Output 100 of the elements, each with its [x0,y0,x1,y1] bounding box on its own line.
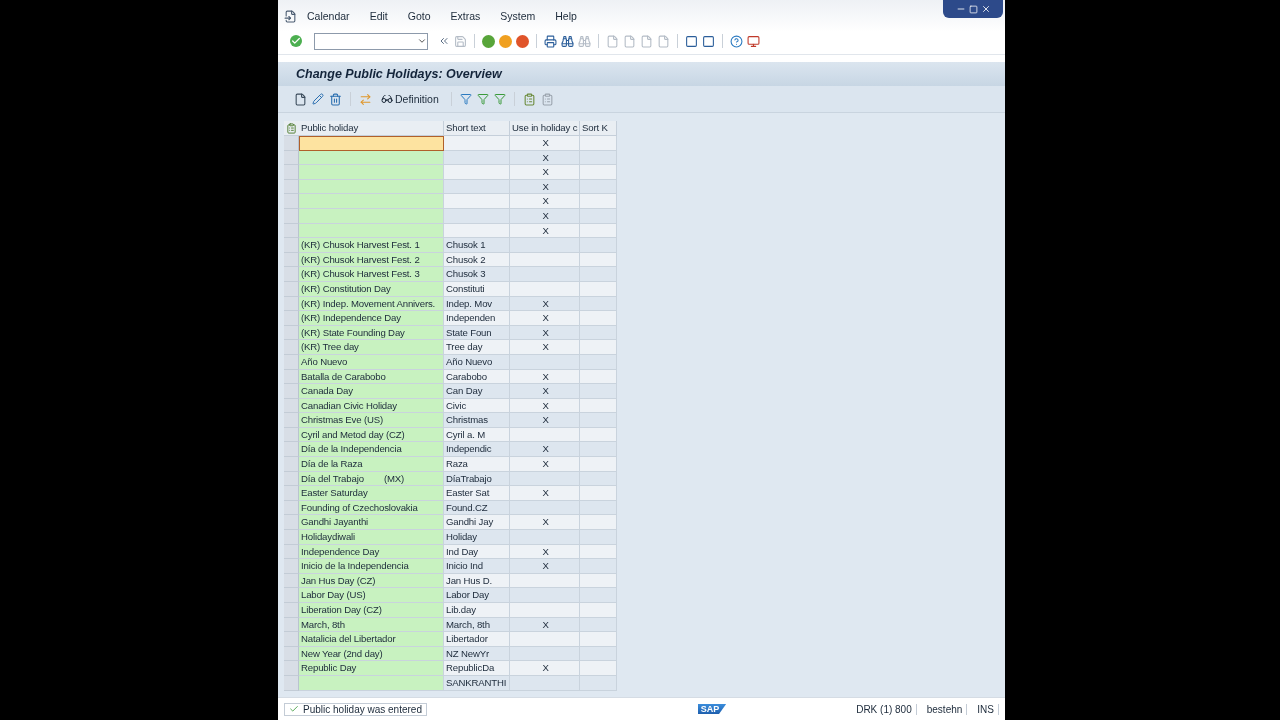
menu-item[interactable]: System [490,10,546,22]
table-cell: X [510,194,580,209]
column-header[interactable]: Use in holiday c [510,121,580,136]
maximize-icon[interactable] [968,4,978,14]
table-cell: Gandhi Jay [444,515,510,531]
table-cell [580,588,617,603]
close-icon[interactable] [980,4,991,14]
holiday-input[interactable]: Día de la Independencia [299,442,444,458]
delete-icon[interactable] [329,92,342,106]
caret-icon[interactable] [417,36,427,46]
holiday-input[interactable] [299,194,444,209]
row-selector[interactable] [284,603,299,618]
row-selector[interactable] [284,486,299,501]
table-cell: X [510,661,580,676]
column-header[interactable]: Sort K [580,121,617,136]
row-selector[interactable] [284,442,299,458]
help-icon[interactable] [730,34,743,48]
table-cell [580,267,617,282]
table-cell [510,267,580,282]
table-cell: Libertador [444,632,510,647]
holiday-input[interactable]: Canada Day [299,384,444,399]
holiday-input[interactable]: Republic Day [299,661,444,676]
sap-logo: SAP [697,704,727,714]
holiday-input[interactable]: Gandhi Jayanthi [299,515,444,531]
column-header[interactable]: Short text [444,121,510,136]
menu-item[interactable]: Edit [359,10,398,22]
row-selector[interactable] [284,588,299,603]
holiday-input[interactable]: (KR) Tree day [299,340,444,355]
menu-item[interactable]: Help [545,10,587,22]
row-selector[interactable] [284,661,299,676]
table-settings-icon[interactable] [284,121,299,136]
row-selector[interactable] [284,311,299,326]
table-cell: X [510,515,580,531]
transfer-icon[interactable] [359,92,372,106]
holiday-input[interactable]: Holidaydiwali [299,530,444,545]
row-selector[interactable] [284,515,299,531]
user-name: bestehn [922,703,968,715]
holiday-input[interactable]: Liberation Day (CZ) [299,603,444,618]
table-cell: Independic [444,442,510,458]
table-cell [580,340,617,355]
row-selector[interactable] [284,559,299,574]
table-cell [444,194,510,209]
row-selector[interactable] [284,136,299,151]
new-entry-icon[interactable] [294,92,307,106]
holiday-input[interactable]: Natalicia del Libertador [299,632,444,647]
table-cell: X [510,165,580,180]
table-cell: X [510,559,580,574]
find-icon[interactable] [561,34,574,48]
table-cell: Holiday [444,530,510,545]
holiday-input[interactable]: Inicio de la Independencia [299,559,444,574]
holiday-input[interactable]: Christmas Eve (US) [299,413,444,428]
collapse-icon[interactable] [438,35,450,47]
row-selector[interactable] [284,238,299,253]
table-cell: X [510,136,580,151]
holiday-input[interactable]: Día de la Raza [299,457,444,472]
row-selector[interactable] [284,194,299,209]
row-selector[interactable] [284,384,299,399]
table-cell [444,136,510,151]
row-selector[interactable] [284,530,299,545]
row-selector[interactable] [284,267,299,282]
table-cell: Lib.day [444,603,510,618]
menu-item[interactable]: Extras [440,10,491,22]
table-cell [510,588,580,603]
menu-item[interactable]: Calendar [297,10,360,22]
filter-icon[interactable] [459,93,472,105]
table-cell: Can Day [444,384,510,399]
table-cell [580,136,617,151]
table-cell [444,165,510,180]
table-cell: X [510,384,580,399]
table-cell [580,442,617,458]
menu-item[interactable]: Goto [397,10,441,22]
column-header[interactable]: Public holiday [299,121,444,136]
holiday-input[interactable] [299,165,444,180]
table-cell: Independen [444,311,510,326]
holiday-input[interactable] [299,136,444,151]
definition-button[interactable]: Definition [377,93,443,105]
table-cell [580,194,617,209]
enter-icon[interactable] [290,35,302,47]
table-cell [580,384,617,399]
holiday-input[interactable]: (KR) Chusok Harvest Fest. 1 [299,238,444,253]
row-selector[interactable] [284,340,299,355]
command-field[interactable] [314,32,428,50]
screen-title: Change Public Holidays: Overview [296,67,502,81]
glasses-icon [381,93,393,105]
holiday-input[interactable]: Labor Day (US) [299,588,444,603]
check-icon [289,704,299,714]
holiday-input[interactable]: Easter Saturday [299,486,444,501]
system-info[interactable]: DRK (1) 800 [852,703,917,715]
row-selector[interactable] [284,413,299,428]
table-cell: X [510,413,580,428]
row-selector[interactable] [284,165,299,180]
table-cell [510,530,580,545]
edit-icon[interactable] [312,93,324,105]
row-selector[interactable] [284,457,299,472]
holiday-input[interactable]: (KR) Chusok Harvest Fest. 3 [299,267,444,282]
row-selector[interactable] [284,632,299,647]
holiday-input[interactable]: (KR) Independence Day [299,311,444,326]
print-icon[interactable] [544,34,557,48]
table-cell: Inicio Ind [444,559,510,574]
table-cell: Christmas [444,413,510,428]
